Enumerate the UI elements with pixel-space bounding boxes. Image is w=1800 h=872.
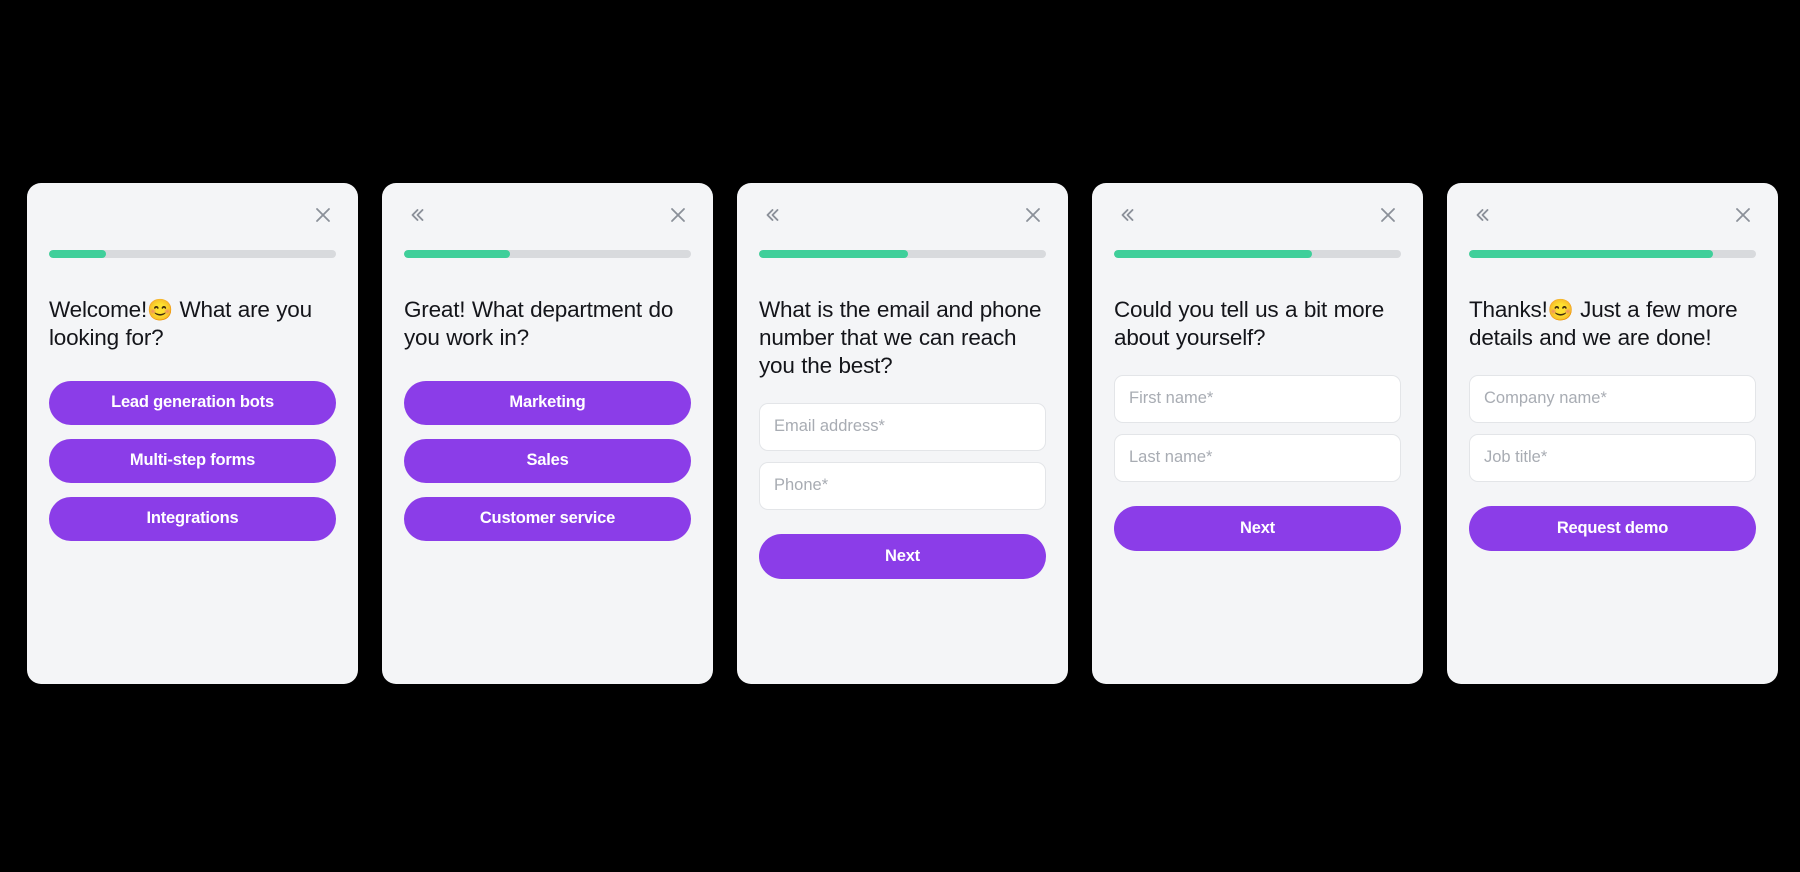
question-text-part-1: Could you tell us a bit more about yours…: [1114, 297, 1385, 350]
onboarding-card: Welcome!😊 What are you looking for? Lead …: [27, 183, 358, 684]
email-field[interactable]: [759, 402, 1046, 451]
double-chevron-left-icon[interactable]: [1114, 202, 1140, 228]
submit-button[interactable]: Next: [1114, 505, 1401, 551]
onboarding-steps-row: Welcome!😊 What are you looking for? Lead …: [27, 183, 1778, 684]
question-text: Could you tell us a bit more about yours…: [1114, 296, 1401, 352]
onboarding-card: Great! What department do you work in? Ma…: [382, 183, 713, 684]
progress-bar-track: [1114, 250, 1401, 258]
question-text-part-1: What is the email and phone number that …: [759, 297, 1042, 378]
option-button[interactable]: Sales: [404, 438, 691, 483]
double-chevron-left-icon[interactable]: [759, 202, 785, 228]
form-fields: [1114, 374, 1401, 482]
last-name-field[interactable]: [1114, 433, 1401, 482]
onboarding-card: What is the email and phone number that …: [737, 183, 1068, 684]
submit-button[interactable]: Next: [759, 533, 1046, 579]
card-topbar: [759, 183, 1046, 239]
first-name-field[interactable]: [1114, 374, 1401, 423]
progress-bar-track: [1469, 250, 1756, 258]
progress-bar-fill: [404, 250, 511, 258]
option-button[interactable]: Multi-step forms: [49, 438, 336, 483]
close-icon[interactable]: [1730, 202, 1756, 228]
question-text: Welcome!😊 What are you looking for?: [49, 296, 336, 352]
question-text: Great! What department do you work in?: [404, 296, 691, 352]
double-chevron-left-icon[interactable]: [1469, 202, 1495, 228]
option-button-group: Marketing Sales Customer service: [404, 380, 691, 541]
screenshot-stage: Welcome!😊 What are you looking for? Lead …: [0, 0, 1800, 872]
close-icon[interactable]: [310, 202, 336, 228]
question-text-part-1: Thanks!: [1469, 297, 1548, 322]
progress-bar-fill: [759, 250, 909, 258]
question-text: Thanks!😊 Just a few more details and we …: [1469, 296, 1756, 352]
close-icon[interactable]: [1375, 202, 1401, 228]
close-icon[interactable]: [665, 202, 691, 228]
form-fields: [1469, 374, 1756, 482]
progress-bar-track: [404, 250, 691, 258]
company-name-field[interactable]: [1469, 374, 1756, 423]
job-title-field[interactable]: [1469, 433, 1756, 482]
question-text-part-1: Great! What department do you work in?: [404, 297, 674, 350]
progress-bar-track: [49, 250, 336, 258]
option-button[interactable]: Integrations: [49, 496, 336, 541]
option-button[interactable]: Lead generation bots: [49, 380, 336, 425]
back-button-placeholder: [49, 202, 75, 228]
option-button[interactable]: Customer service: [404, 496, 691, 541]
progress-bar-fill: [1469, 250, 1713, 258]
question-text: What is the email and phone number that …: [759, 296, 1046, 380]
double-chevron-left-icon[interactable]: [404, 202, 430, 228]
smiling-face-emoji: 😊: [147, 299, 173, 322]
phone-field[interactable]: [759, 461, 1046, 510]
onboarding-card: Thanks!😊 Just a few more details and we …: [1447, 183, 1778, 684]
close-icon[interactable]: [1020, 202, 1046, 228]
form-fields: [759, 402, 1046, 510]
card-topbar: [404, 183, 691, 239]
option-button-group: Lead generation bots Multi-step forms Inte…: [49, 380, 336, 541]
card-topbar: [1469, 183, 1756, 239]
submit-button[interactable]: Request demo: [1469, 505, 1756, 551]
progress-bar-fill: [49, 250, 107, 258]
question-text-part-1: Welcome!: [49, 297, 148, 322]
progress-bar-fill: [1114, 250, 1313, 258]
card-topbar: [49, 183, 336, 239]
onboarding-card: Could you tell us a bit more about yours…: [1092, 183, 1423, 684]
option-button[interactable]: Marketing: [404, 380, 691, 425]
progress-bar-track: [759, 250, 1046, 258]
card-topbar: [1114, 183, 1401, 239]
smiling-face-emoji: 😊: [1547, 299, 1574, 322]
